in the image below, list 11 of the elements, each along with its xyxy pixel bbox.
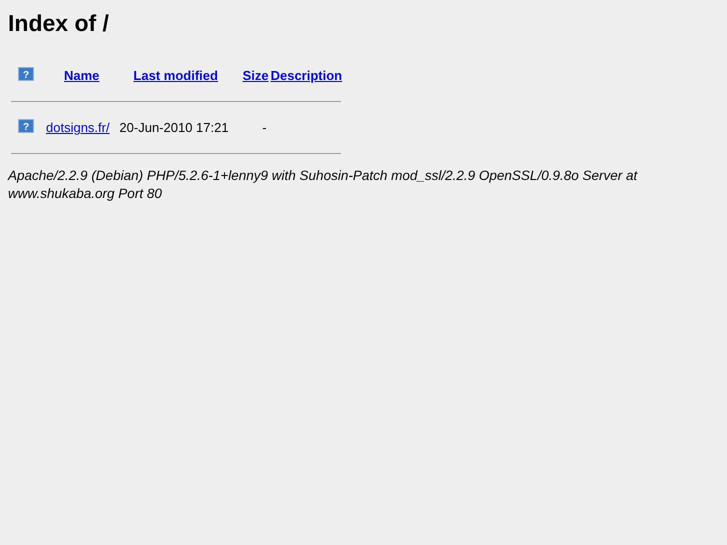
file-size: - bbox=[262, 120, 267, 135]
unknown-file-icon: ? bbox=[18, 119, 34, 133]
modified-date: 20-Jun-2010 17:21 bbox=[119, 120, 229, 135]
column-sort-link[interactable]: Name bbox=[64, 68, 100, 83]
server-signature: Apache/2.2.9 (Debian) PHP/5.2.6-1+lenny9 with Suhosin-Patch mod_ssl/2.2.9 OpenSSL/0.9.8o Server at www.shukaba.org Port 80 bbox=[8, 167, 639, 203]
page-title: Index of / bbox=[8, 10, 110, 37]
unknown-file-icon: ? bbox=[18, 67, 34, 81]
directory-link[interactable]: dotsigns.fr/ bbox=[46, 120, 110, 135]
column-sort-link[interactable]: Last modified bbox=[133, 68, 218, 83]
column-sort-link[interactable]: Description bbox=[270, 68, 342, 83]
column-sort-link[interactable]: Size bbox=[242, 68, 269, 83]
